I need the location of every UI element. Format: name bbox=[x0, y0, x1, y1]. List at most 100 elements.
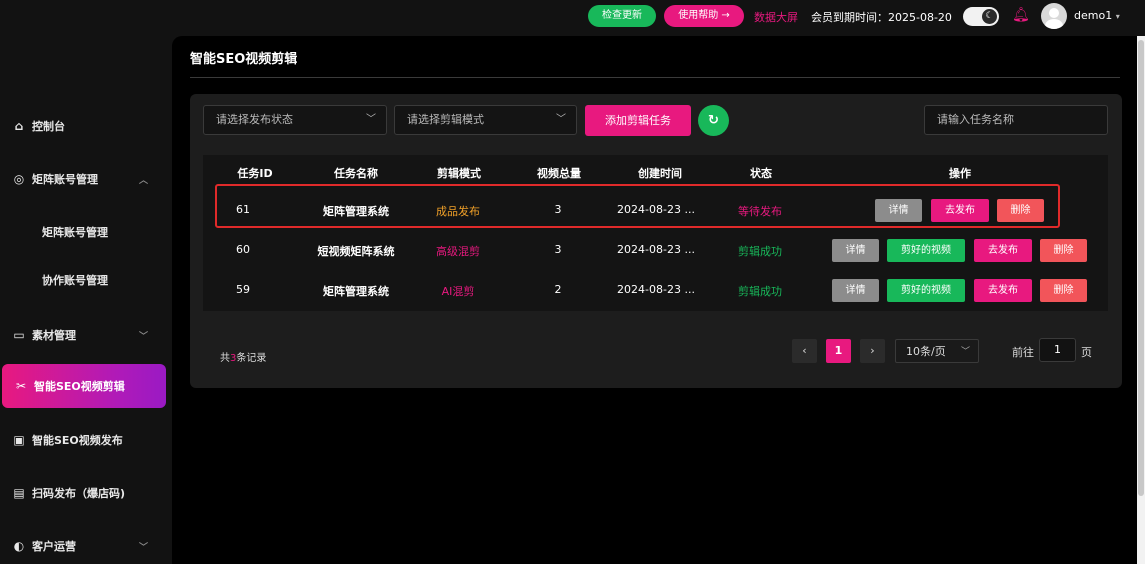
task-id: 59 bbox=[236, 283, 250, 296]
column-header: 创建时间 bbox=[638, 167, 682, 180]
edit-mode: 成品发布 bbox=[436, 205, 480, 218]
chevron-up-icon: ︿ bbox=[138, 175, 148, 186]
check-update-button[interactable]: 检查更新 bbox=[588, 5, 656, 27]
help-button[interactable]: 使用帮助 → bbox=[664, 5, 744, 27]
top-bar: 检查更新 使用帮助 → 数据大屏 会员到期时间：2025-08-20 ☾ 🔔︎ … bbox=[0, 0, 1145, 36]
total-prefix: 共 bbox=[220, 353, 230, 364]
scrollbar-thumb[interactable] bbox=[1138, 40, 1144, 496]
table-row: 60 短视频矩阵系统 高级混剪 3 2024-08-23 ... 剪辑成功 详情… bbox=[203, 231, 1108, 271]
task-name: 矩阵管理系统 bbox=[323, 205, 389, 218]
gauge-icon: ◎ bbox=[13, 172, 25, 186]
sidebar-item-materials[interactable]: ▭ 素材管理 ﹀ bbox=[0, 313, 172, 357]
video-total: 2 bbox=[554, 283, 562, 296]
task-card: 请选择发布状态 ﹀ 请选择剪辑模式 ﹀ 添加剪辑任务 ↻ 请输入任务名称 任务I… bbox=[190, 94, 1122, 388]
video-icon: ▣ bbox=[13, 433, 25, 447]
task-id: 60 bbox=[236, 243, 250, 256]
column-header: 操作 bbox=[949, 167, 971, 180]
next-page-button[interactable]: › bbox=[860, 339, 885, 363]
goto-unit: 页 bbox=[1081, 346, 1092, 359]
home-icon: ⌂ bbox=[14, 119, 24, 133]
username-label: demo1 bbox=[1074, 9, 1113, 22]
video-total: 3 bbox=[554, 203, 562, 216]
detail-button[interactable]: 详情 bbox=[832, 279, 879, 302]
sidebar-item-label: 智能SEO视频剪辑 bbox=[34, 380, 125, 393]
avatar[interactable] bbox=[1041, 3, 1067, 29]
sidebar: ⌂ 控制台 ◎ 矩阵账号管理 ︿ 矩阵账号管理 协作账号管理 ▭ 素材管理 ﹀ … bbox=[0, 36, 172, 564]
task-id: 61 bbox=[236, 203, 250, 216]
status-badge: 等待发布 bbox=[738, 205, 782, 218]
prev-page-button[interactable]: ‹ bbox=[792, 339, 817, 363]
edit-mode: 高级混剪 bbox=[436, 245, 480, 258]
column-header: 任务名称 bbox=[334, 167, 378, 180]
sidebar-item-matrix-accounts[interactable]: ◎ 矩阵账号管理 ︿ bbox=[0, 157, 172, 201]
theme-toggle[interactable]: ☾ bbox=[963, 7, 999, 26]
sidebar-item-label: 矩阵账号管理 bbox=[42, 226, 108, 239]
scissors-icon: ✂ bbox=[15, 379, 27, 393]
publish-button[interactable]: 去发布 bbox=[974, 239, 1032, 262]
add-task-button[interactable]: 添加剪辑任务 bbox=[585, 105, 691, 136]
detail-button[interactable]: 详情 bbox=[832, 239, 879, 262]
sidebar-item-label: 客户运营 bbox=[32, 540, 76, 553]
video-total: 3 bbox=[554, 243, 562, 256]
sidebar-subitem-matrix-accounts[interactable]: 矩阵账号管理 bbox=[0, 210, 172, 254]
column-header: 状态 bbox=[750, 167, 772, 180]
detail-button[interactable]: 详情 bbox=[875, 199, 922, 222]
bell-icon[interactable]: 🔔︎ bbox=[1012, 6, 1030, 24]
goto-page-input[interactable]: 1 bbox=[1039, 338, 1076, 362]
sidebar-item-label: 扫码发布（爆店码) bbox=[32, 487, 126, 500]
edit-mode-select[interactable]: 请选择剪辑模式 ﹀ bbox=[394, 105, 577, 135]
publish-button[interactable]: 去发布 bbox=[931, 199, 989, 222]
created-time: 2024-08-23 ... bbox=[617, 243, 695, 256]
sidebar-item-dashboard[interactable]: ⌂ 控制台 bbox=[0, 104, 172, 148]
moon-icon: ☾ bbox=[982, 9, 997, 24]
customer-icon: ◐ bbox=[13, 539, 25, 553]
chevron-down-icon: ﹀ bbox=[138, 331, 148, 342]
title-divider bbox=[190, 77, 1120, 78]
sidebar-item-seo-video-edit[interactable]: ✂ 智能SEO视频剪辑 bbox=[2, 364, 166, 408]
cut-video-button[interactable]: 剪好的视频 bbox=[887, 279, 965, 302]
data-screen-link[interactable]: 数据大屏 bbox=[754, 9, 798, 25]
chevron-down-icon: ﹀ bbox=[556, 114, 566, 125]
sidebar-item-seo-video-publish[interactable]: ▣ 智能SEO视频发布 bbox=[0, 418, 172, 462]
username-menu[interactable]: demo1 ▾ bbox=[1074, 9, 1120, 22]
task-name: 短视频矩阵系统 bbox=[317, 245, 395, 258]
page-size-select[interactable]: 10条/页 ﹀ bbox=[895, 339, 979, 363]
delete-button[interactable]: 删除 bbox=[1040, 239, 1087, 262]
table-row: 59 矩阵管理系统 AI混剪 2 2024-08-23 ... 剪辑成功 详情 … bbox=[203, 271, 1108, 311]
publish-status-select[interactable]: 请选择发布状态 ﹀ bbox=[203, 105, 387, 135]
page-number-button[interactable]: 1 bbox=[826, 339, 851, 363]
select-placeholder: 请选择发布状态 bbox=[216, 113, 293, 126]
created-time: 2024-08-23 ... bbox=[617, 283, 695, 296]
column-header: 视频总量 bbox=[537, 167, 581, 180]
task-name: 矩阵管理系统 bbox=[323, 285, 389, 298]
delete-button[interactable]: 删除 bbox=[997, 199, 1044, 222]
table-row: 61 矩阵管理系统 成品发布 3 2024-08-23 ... 等待发布 详情 … bbox=[203, 191, 1108, 231]
chevron-down-icon: ▾ bbox=[1115, 12, 1120, 21]
page-scrollbar[interactable] bbox=[1137, 36, 1145, 564]
sidebar-item-label: 智能SEO视频发布 bbox=[32, 434, 123, 447]
status-badge: 剪辑成功 bbox=[738, 245, 782, 258]
chevron-down-icon: ﹀ bbox=[138, 542, 148, 553]
delete-button[interactable]: 删除 bbox=[1040, 279, 1087, 302]
total-records: 共3条记录 bbox=[220, 349, 266, 364]
select-placeholder: 请选择剪辑模式 bbox=[407, 113, 484, 126]
chevron-down-icon: ﹀ bbox=[960, 347, 970, 357]
chevron-down-icon: ﹀ bbox=[366, 114, 376, 125]
sidebar-subitem-collab-accounts[interactable]: 协作账号管理 bbox=[0, 258, 172, 302]
main-panel: 智能SEO视频剪辑 请选择发布状态 ﹀ 请选择剪辑模式 ﹀ 添加剪辑任务 ↻ 请… bbox=[172, 36, 1137, 564]
page-title: 智能SEO视频剪辑 bbox=[190, 52, 298, 67]
task-name-search-input[interactable]: 请输入任务名称 bbox=[924, 105, 1108, 135]
status-badge: 剪辑成功 bbox=[738, 285, 782, 298]
qr-icon: ▤ bbox=[13, 486, 25, 500]
cut-video-button[interactable]: 剪好的视频 bbox=[887, 239, 965, 262]
column-header: 任务ID bbox=[237, 167, 273, 180]
sidebar-item-customer-ops[interactable]: ◐ 客户运营 ﹀ bbox=[0, 524, 172, 564]
column-header: 剪辑模式 bbox=[437, 167, 481, 180]
sidebar-item-label: 矩阵账号管理 bbox=[32, 173, 98, 186]
sidebar-item-label: 控制台 bbox=[32, 120, 65, 133]
refresh-icon[interactable]: ↻ bbox=[698, 105, 729, 136]
edit-mode: AI混剪 bbox=[441, 285, 475, 298]
sidebar-item-label: 协作账号管理 bbox=[42, 274, 108, 287]
publish-button[interactable]: 去发布 bbox=[974, 279, 1032, 302]
sidebar-item-qr-publish[interactable]: ▤ 扫码发布（爆店码) bbox=[0, 471, 172, 515]
